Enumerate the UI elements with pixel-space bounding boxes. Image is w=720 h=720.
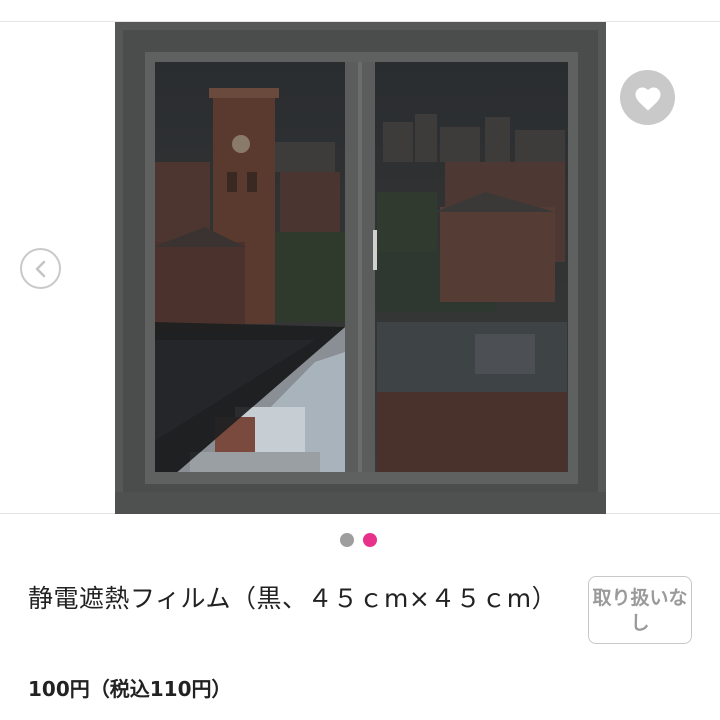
product-image — [115, 22, 606, 514]
slide-indicator — [340, 533, 377, 547]
top-bar — [0, 0, 720, 22]
slide-dot-1[interactable] — [340, 533, 354, 547]
cut-off-header — [318, 0, 408, 2]
availability-badge: 取り扱いなし — [588, 576, 692, 644]
slide-dot-2[interactable] — [363, 533, 377, 547]
image-gallery[interactable] — [0, 22, 720, 514]
product-title: 静電遮熱フィルム（黒、４５ｃm×４５ｃm） — [28, 584, 558, 613]
product-price: 100円（税込110円） — [28, 677, 232, 701]
chevron-left-icon — [35, 260, 45, 277]
heart-icon — [635, 87, 660, 110]
prev-image-button[interactable] — [20, 248, 61, 289]
favorite-button[interactable] — [620, 70, 675, 125]
